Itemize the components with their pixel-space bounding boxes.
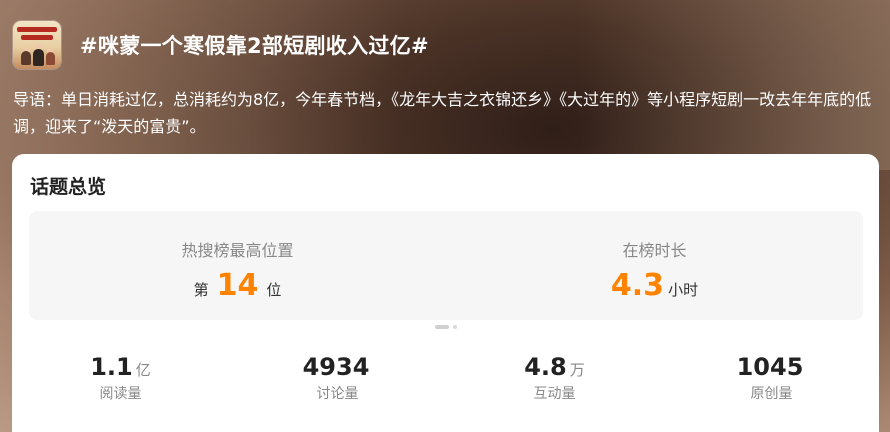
highlight-on-list-duration: 在榜时长 4.3 小时 <box>446 211 863 320</box>
highlight-hot-rank: 热搜榜最高位置 第 14 位 <box>29 211 446 320</box>
topic-thumbnail[interactable] <box>13 21 61 69</box>
highlight-label: 在榜时长 <box>622 241 687 260</box>
stat-value: 4934 <box>302 353 370 381</box>
highlight-value: 4.3 <box>610 268 665 303</box>
stats-row: 1.1 亿 阅读量 4934 讨论量 4.8 万 互动量 1045 原创量 <box>12 353 879 413</box>
thumbnail-figure <box>21 51 31 65</box>
highlight-suffix: 小时 <box>668 281 699 299</box>
stat-label: 原创量 <box>750 386 793 402</box>
stat-label: 互动量 <box>533 386 576 402</box>
thumbnail-title-stroke <box>21 35 53 40</box>
stat-unit: 万 <box>569 361 585 379</box>
pager-dot[interactable] <box>452 325 457 329</box>
stat-discussion-count: 4934 讨论量 <box>229 353 446 403</box>
highlight-value: 14 <box>216 268 259 303</box>
stat-interaction-count: 4.8 万 互动量 <box>446 353 663 403</box>
overview-title: 话题总览 <box>30 176 107 198</box>
topic-overview-card: 话题总览 热搜榜最高位置 第 14 位 在榜时长 4.3 小时 1.1 亿 阅读… <box>12 154 879 432</box>
stat-unit: 亿 <box>135 361 151 379</box>
header-background <box>0 0 890 170</box>
carousel-pager <box>12 325 879 329</box>
highlight-label: 热搜榜最高位置 <box>181 241 294 260</box>
highlight-suffix: 位 <box>266 281 282 299</box>
stat-label: 阅读量 <box>99 386 142 402</box>
stat-original-count: 1045 原创量 <box>663 353 880 403</box>
topic-intro: 导语：单日消耗过亿，总消耗约为8亿，今年春节档，《龙年大吉之衣锦还乡》《大过年的… <box>13 90 872 136</box>
stat-value: 1045 <box>736 353 804 381</box>
stat-read-count: 1.1 亿 阅读量 <box>12 353 229 403</box>
stat-value: 4.8 <box>524 353 567 381</box>
topic-title: #咪蒙一个寒假靠2部短剧收入过亿# <box>80 34 429 58</box>
stat-value: 1.1 <box>90 353 133 381</box>
highlight-prefix: 第 <box>193 281 209 299</box>
thumbnail-title-stroke <box>17 27 57 32</box>
thumbnail-figure <box>33 49 44 66</box>
highlight-carousel[interactable]: 热搜榜最高位置 第 14 位 在榜时长 4.3 小时 <box>29 211 863 320</box>
stat-label: 讨论量 <box>316 386 359 402</box>
thumbnail-figure <box>46 52 55 65</box>
pager-dot[interactable] <box>434 325 449 329</box>
